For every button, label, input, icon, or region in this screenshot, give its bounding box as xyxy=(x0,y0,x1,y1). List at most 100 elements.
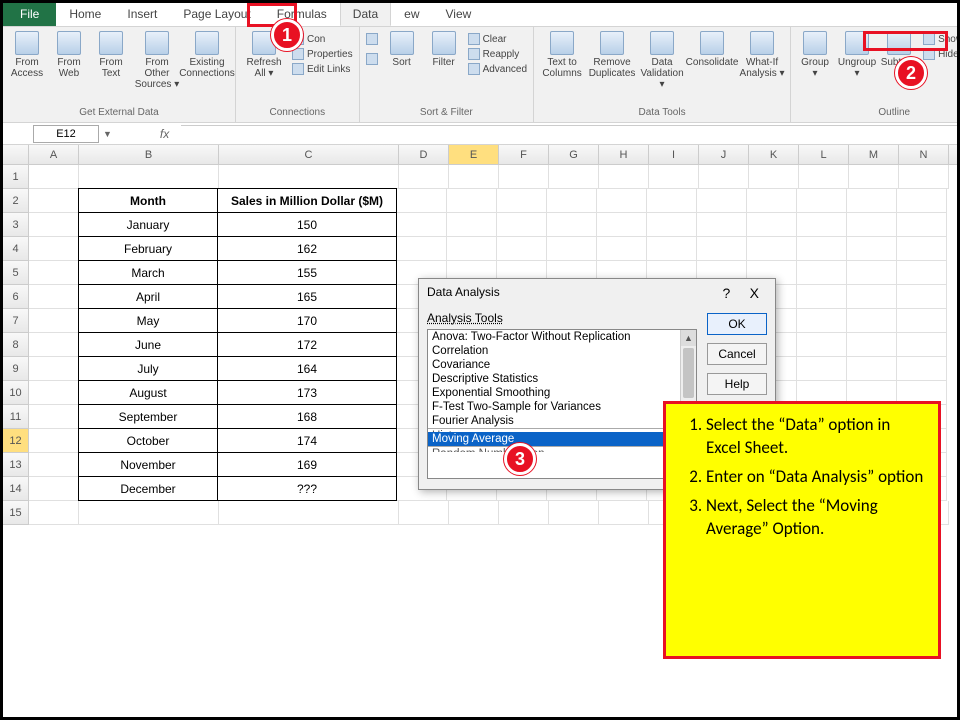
sort-asc-button[interactable] xyxy=(366,33,378,45)
ok-button[interactable]: OK xyxy=(707,313,767,335)
cell[interactable]: July xyxy=(78,356,218,381)
cell[interactable] xyxy=(597,237,647,261)
cell[interactable] xyxy=(797,237,847,261)
row-header[interactable]: 15 xyxy=(3,501,29,525)
cell[interactable] xyxy=(29,237,79,261)
cell[interactable] xyxy=(499,165,549,189)
scroll-up-icon[interactable]: ▲ xyxy=(681,330,696,346)
dialog-close-icon[interactable]: X xyxy=(742,285,767,301)
colhead-f[interactable]: F xyxy=(499,145,549,164)
from-web-button[interactable]: From Web xyxy=(49,29,89,81)
cell[interactable]: 169 xyxy=(217,452,397,477)
cell[interactable] xyxy=(847,237,897,261)
cell[interactable]: April xyxy=(78,284,218,309)
tab-home[interactable]: Home xyxy=(56,2,114,26)
properties-button[interactable]: Properties xyxy=(292,48,353,60)
cell[interactable] xyxy=(29,429,79,453)
cell[interactable] xyxy=(447,213,497,237)
help-button[interactable]: Help xyxy=(707,373,767,395)
cell[interactable]: 174 xyxy=(217,428,397,453)
dropdown-icon[interactable]: ▼ xyxy=(103,129,112,139)
cell[interactable] xyxy=(29,381,79,405)
cell[interactable]: ??? xyxy=(217,476,397,501)
cancel-button[interactable]: Cancel xyxy=(707,343,767,365)
from-text-button[interactable]: From Text xyxy=(91,29,131,81)
cell[interactable] xyxy=(897,237,947,261)
tab-file[interactable]: File xyxy=(3,2,56,26)
data-validation-button[interactable]: Data Validation ▾ xyxy=(638,29,686,92)
row-header[interactable]: 6 xyxy=(3,285,29,309)
cell[interactable] xyxy=(29,501,79,525)
cell[interactable] xyxy=(449,501,499,525)
cell[interactable] xyxy=(797,333,847,357)
fx-icon[interactable]: fx xyxy=(116,127,177,141)
row-header[interactable]: 8 xyxy=(3,333,29,357)
tab-review[interactable]: ew xyxy=(391,2,432,26)
row-header[interactable]: 3 xyxy=(3,213,29,237)
list-item[interactable]: Exponential Smoothing xyxy=(428,386,680,400)
filter-button[interactable]: Filter xyxy=(424,29,464,70)
cell[interactable] xyxy=(847,333,897,357)
list-item-random[interactable]: Random Number Gen xyxy=(428,446,680,452)
cell[interactable]: February xyxy=(78,236,218,261)
row-header[interactable]: 5 xyxy=(3,261,29,285)
cell[interactable] xyxy=(697,237,747,261)
cell[interactable] xyxy=(847,261,897,285)
colhead-j[interactable]: J xyxy=(699,145,749,164)
cell[interactable] xyxy=(747,213,797,237)
cell[interactable] xyxy=(599,501,649,525)
tab-view[interactable]: View xyxy=(432,2,484,26)
colhead-h[interactable]: H xyxy=(599,145,649,164)
cell[interactable] xyxy=(797,285,847,309)
cell[interactable] xyxy=(649,165,699,189)
edit-links-button[interactable]: Edit Links xyxy=(292,63,353,75)
cell[interactable]: May xyxy=(78,308,218,333)
cell[interactable] xyxy=(749,165,799,189)
cell[interactable] xyxy=(897,261,947,285)
cell[interactable] xyxy=(897,309,947,333)
cell[interactable] xyxy=(847,213,897,237)
scroll-thumb[interactable] xyxy=(683,348,694,398)
cell[interactable]: 164 xyxy=(217,356,397,381)
cell[interactable] xyxy=(797,357,847,381)
cell[interactable] xyxy=(497,189,547,213)
tab-insert[interactable]: Insert xyxy=(114,2,170,26)
cell[interactable] xyxy=(897,189,947,213)
cell[interactable]: September xyxy=(78,404,218,429)
cell[interactable] xyxy=(29,309,79,333)
cell[interactable]: Sales in Million Dollar ($M) xyxy=(217,188,397,213)
cell[interactable]: 165 xyxy=(217,284,397,309)
sort-button[interactable]: Sort xyxy=(382,29,422,70)
cell[interactable]: November xyxy=(78,452,218,477)
cell[interactable]: March xyxy=(78,260,218,285)
cell[interactable] xyxy=(497,213,547,237)
cell[interactable] xyxy=(499,501,549,525)
cell[interactable] xyxy=(497,237,547,261)
what-if-button[interactable]: What-If Analysis ▾ xyxy=(738,29,786,81)
cell[interactable] xyxy=(599,165,649,189)
cell[interactable] xyxy=(29,477,79,501)
colhead-i[interactable]: I xyxy=(649,145,699,164)
row-header[interactable]: 14 xyxy=(3,477,29,501)
cell[interactable] xyxy=(697,213,747,237)
consolidate-button[interactable]: Consolidate xyxy=(688,29,736,70)
colhead-b[interactable]: B xyxy=(79,145,219,164)
cell[interactable] xyxy=(219,165,399,189)
cell[interactable] xyxy=(29,405,79,429)
cell[interactable] xyxy=(847,285,897,309)
cell[interactable] xyxy=(699,165,749,189)
row-header[interactable]: 11 xyxy=(3,405,29,429)
cell[interactable]: 170 xyxy=(217,308,397,333)
cell[interactable] xyxy=(549,165,599,189)
cell[interactable] xyxy=(897,213,947,237)
dialog-titlebar[interactable]: Data Analysis ? X xyxy=(419,279,775,307)
cell[interactable] xyxy=(399,501,449,525)
cell[interactable] xyxy=(849,165,899,189)
cell[interactable] xyxy=(449,165,499,189)
row-header[interactable]: 13 xyxy=(3,453,29,477)
list-item[interactable]: Correlation xyxy=(428,344,680,358)
analysis-tools-listbox[interactable]: Anova: Two-Factor Without Replication Co… xyxy=(427,329,697,479)
formula-input[interactable] xyxy=(181,125,957,143)
row-header[interactable]: 4 xyxy=(3,237,29,261)
reapply-button[interactable]: Reapply xyxy=(468,48,527,60)
